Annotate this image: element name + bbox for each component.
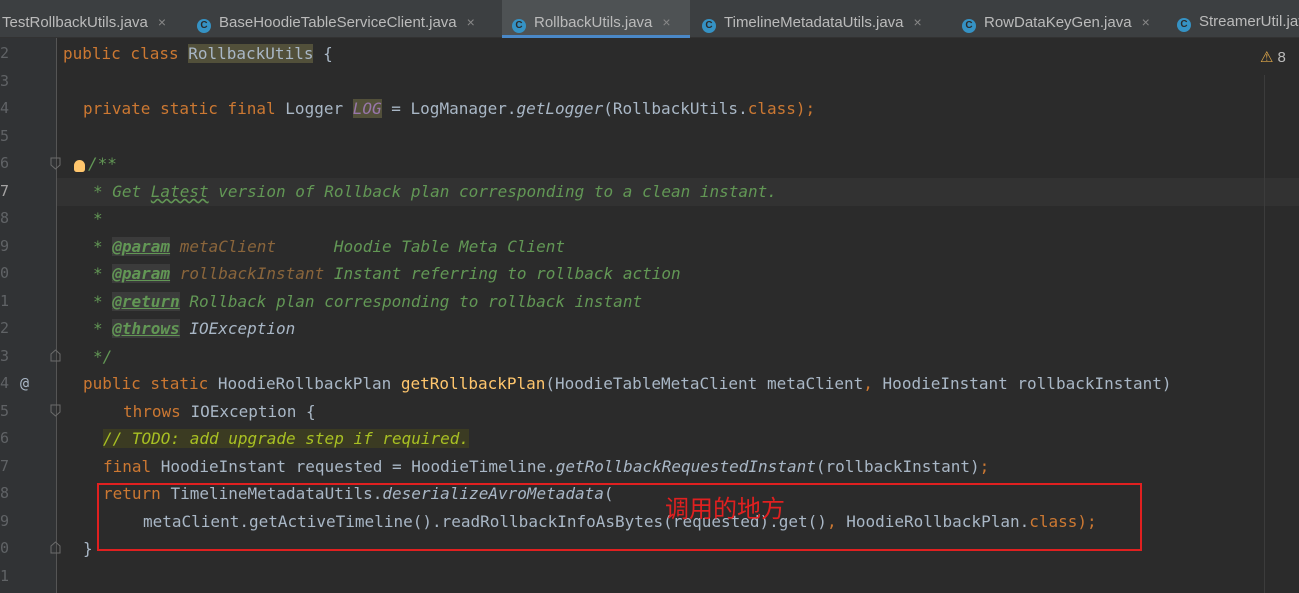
editor-gutter: [0, 38, 57, 593]
tab-label: BaseHoodieTableServiceClient.java: [219, 14, 457, 31]
close-icon[interactable]: ×: [158, 14, 166, 30]
code-line[interactable]: *: [93, 205, 103, 233]
tab-label: TestRollbackUtils.java: [2, 14, 148, 31]
line-number: 4: [0, 99, 10, 117]
class-icon: C: [197, 19, 211, 33]
class-icon: C: [512, 19, 526, 33]
line-number: 2: [0, 44, 10, 62]
tab-label: TimelineMetadataUtils.java: [724, 14, 904, 31]
warning-count: 8: [1277, 49, 1286, 66]
tab-label: RowDataKeyGen.java: [984, 14, 1132, 31]
line-number: 5: [0, 402, 10, 420]
line-number: 1: [0, 292, 10, 310]
inspection-widget[interactable]: ⚠ 8: [1260, 48, 1286, 66]
class-icon: C: [962, 19, 976, 33]
annotation-label: 调用的地方: [665, 495, 785, 523]
line-number-current: 7: [0, 182, 10, 200]
close-icon[interactable]: ×: [914, 14, 922, 30]
line-number: 8: [0, 209, 10, 227]
line-number: 3: [0, 347, 10, 365]
fold-collapse-icon[interactable]: [50, 404, 61, 417]
tab-streamer-util[interactable]: C StreamerUtil.java: [1169, 0, 1299, 38]
code-line[interactable]: // TODO: add upgrade step if required.: [103, 425, 470, 453]
tab-base-hoodie-table-service-client[interactable]: C BaseHoodieTableServiceClient.java ×: [187, 0, 500, 38]
tab-label: StreamerUtil.java: [1199, 13, 1299, 30]
tab-test-rollback-utils[interactable]: TestRollbackUtils.java ×: [0, 0, 187, 38]
fold-end-icon[interactable]: [50, 541, 61, 554]
line-number: 9: [0, 512, 10, 530]
line-number: 5: [0, 127, 10, 145]
line-number: 1: [0, 567, 10, 585]
code-line[interactable]: }: [83, 535, 93, 563]
tab-timeline-metadata-utils[interactable]: C TimelineMetadataUtils.java ×: [692, 0, 950, 38]
code-line[interactable]: */: [93, 343, 112, 371]
close-icon[interactable]: ×: [662, 14, 670, 30]
code-line[interactable]: * @param rollbackInstant Instant referri…: [93, 260, 681, 288]
warning-triangle-icon: ⚠: [1260, 49, 1274, 66]
line-number: 2: [0, 319, 10, 337]
fold-end-icon[interactable]: [50, 349, 61, 362]
line-number: 6: [0, 429, 10, 447]
code-line[interactable]: throws IOException {: [123, 398, 316, 426]
line-number: 0: [0, 539, 10, 557]
code-line[interactable]: public class RollbackUtils {: [63, 40, 333, 68]
right-margin-guide: [1264, 75, 1265, 593]
code-line[interactable]: public static HoodieRollbackPlan getRoll…: [83, 370, 1172, 398]
code-line[interactable]: * Get Latest version of Rollback plan co…: [93, 178, 777, 206]
code-line[interactable]: private static final Logger LOG = LogMan…: [83, 95, 815, 123]
code-line[interactable]: * @return Rollback plan corresponding to…: [93, 288, 642, 316]
line-number: 8: [0, 484, 10, 502]
close-icon[interactable]: ×: [467, 14, 475, 30]
line-number: 4: [0, 374, 10, 392]
line-number: 7: [0, 457, 10, 475]
tab-row-data-key-gen[interactable]: C RowDataKeyGen.java ×: [952, 0, 1167, 38]
line-number: 0: [0, 264, 10, 282]
line-number: 6: [0, 154, 10, 172]
editor-tab-bar: TestRollbackUtils.java × C BaseHoodieTable…: [0, 0, 1299, 38]
override-marker-icon[interactable]: @: [20, 374, 29, 392]
line-number: 3: [0, 72, 10, 90]
code-line[interactable]: /**: [88, 150, 117, 178]
class-icon: C: [1177, 18, 1191, 32]
fold-collapse-icon[interactable]: [50, 157, 61, 170]
code-line[interactable]: * @throws IOException: [93, 315, 295, 343]
code-line[interactable]: * @param metaClient Hoodie Table Meta Cl…: [93, 233, 565, 261]
class-icon: C: [702, 19, 716, 33]
annotation-highlight-box: [97, 483, 1142, 551]
code-line[interactable]: final HoodieInstant requested = HoodieTi…: [103, 453, 989, 481]
tab-rollback-utils[interactable]: C RollbackUtils.java ×: [502, 0, 690, 38]
close-icon[interactable]: ×: [1142, 14, 1150, 30]
line-number: 9: [0, 237, 10, 255]
tab-label: RollbackUtils.java: [534, 14, 653, 31]
intention-bulb-icon[interactable]: [74, 160, 85, 172]
